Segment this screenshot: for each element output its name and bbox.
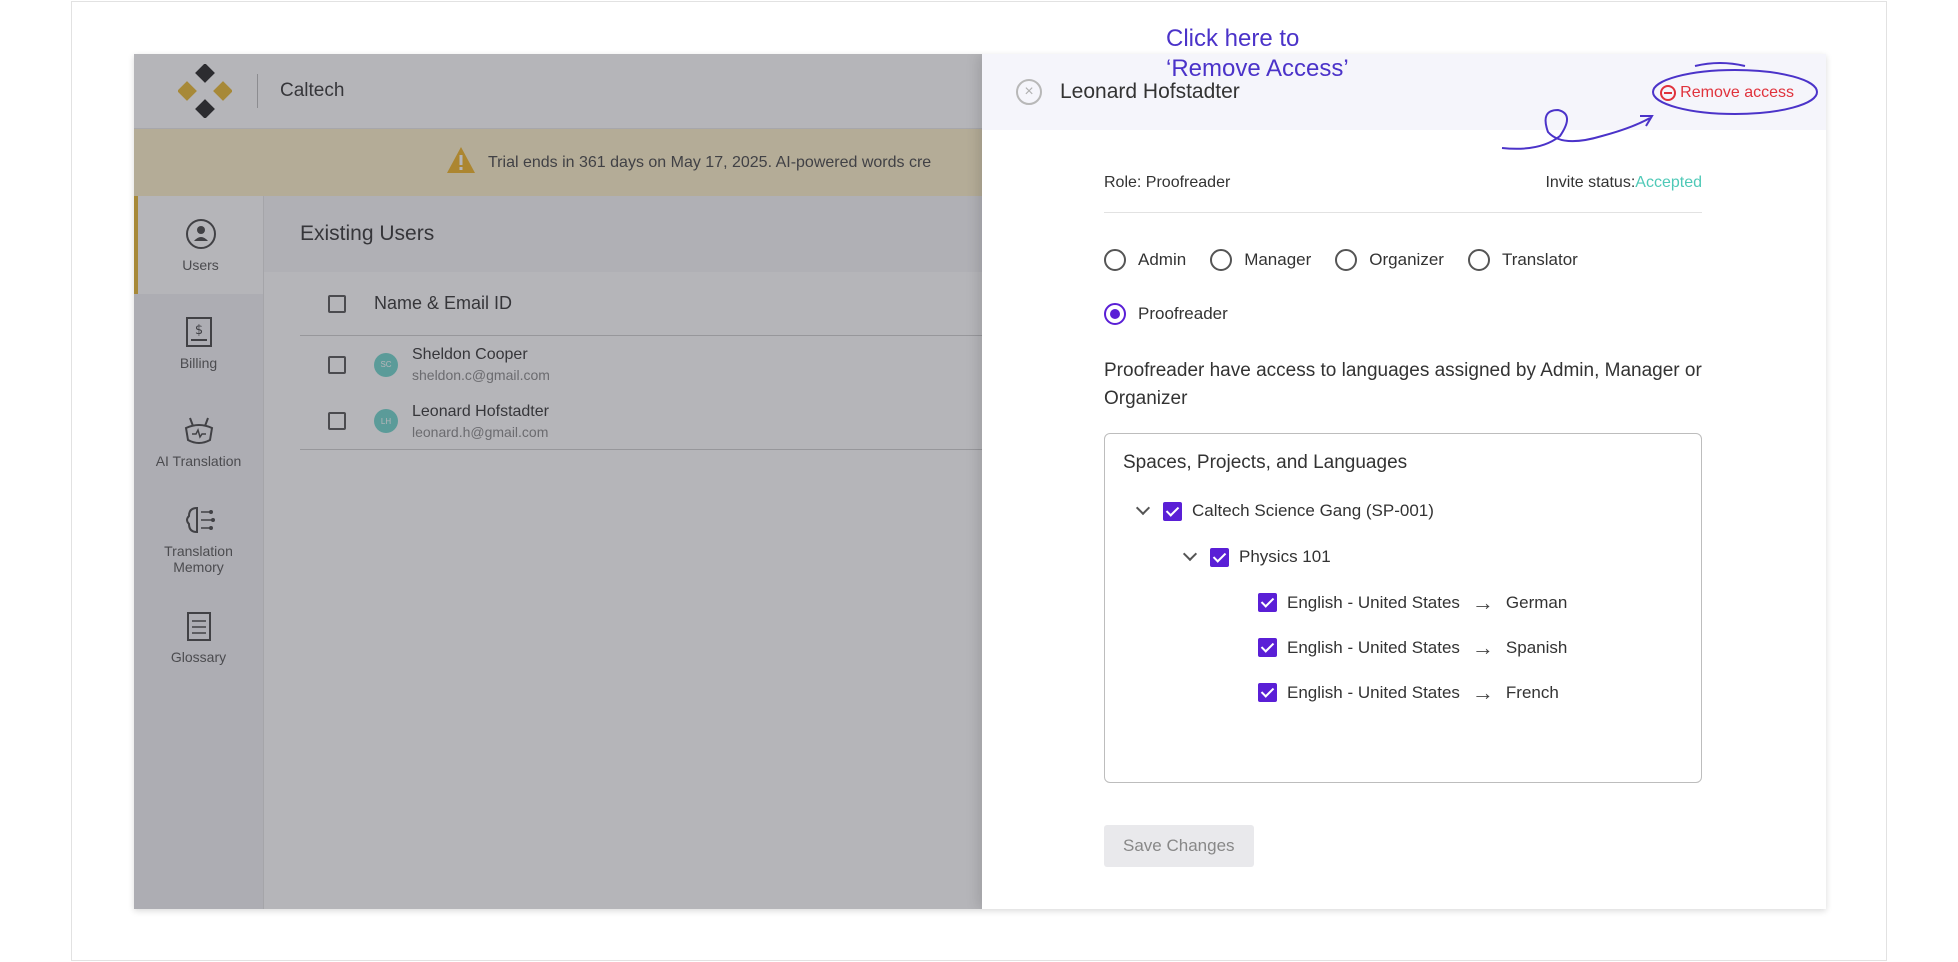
app-window: Caltech Trial ends in 361 days on May 17… [134, 54, 1826, 909]
language-target: French [1505, 682, 1559, 702]
language-target: German [1505, 592, 1568, 612]
radio-label: Admin [1138, 250, 1187, 269]
arrow-right-icon: → [1471, 634, 1494, 660]
tree-node-language: English - United States → French [1123, 670, 1683, 715]
language-checkbox[interactable] [1258, 638, 1277, 657]
role-info-row: Role: Proofreader Invite status:Accepted [1104, 174, 1702, 213]
close-icon[interactable]: × [1016, 79, 1042, 105]
arrow-right-icon: → [1471, 679, 1494, 705]
panel-body: Role: Proofreader Invite status:Accepted… [1104, 130, 1702, 867]
radio-button[interactable] [1335, 249, 1358, 271]
annotation-arrow-icon [1501, 62, 1818, 150]
radio-label: Organizer [1369, 250, 1444, 269]
radio-label: Manager [1244, 250, 1312, 269]
space-label: Caltech Science Gang (SP-001) [1192, 501, 1434, 520]
invite-status-value: Accepted [1635, 174, 1702, 191]
user-detail-panel: × Leonard Hofstadter Remove access Role:… [982, 54, 1826, 909]
role-radio-manager[interactable]: Manager [1210, 233, 1311, 287]
radio-label: Translator [1501, 250, 1578, 269]
role-radio-organizer[interactable]: Organizer [1335, 233, 1444, 287]
role-radio-translator[interactable]: Translator [1467, 233, 1578, 287]
role-radio-admin[interactable]: Admin [1104, 233, 1186, 287]
language-source: English - United States [1287, 637, 1460, 657]
invite-status: Invite status:Accepted [1545, 174, 1702, 192]
radio-button[interactable] [1104, 249, 1126, 271]
role-radio-proofreader[interactable]: Proofreader [1104, 287, 1228, 341]
role-text: Role: Proofreader [1104, 174, 1231, 191]
language-target: Spanish [1505, 637, 1568, 657]
tree-node-language: English - United States → German [1123, 580, 1683, 625]
tree-node-project: Physics 101 [1123, 534, 1683, 580]
radio-button[interactable] [1210, 249, 1233, 271]
modal-backdrop[interactable] [134, 54, 982, 909]
radio-button[interactable] [1467, 249, 1490, 271]
language-checkbox[interactable] [1258, 683, 1277, 702]
language-checkbox[interactable] [1258, 593, 1277, 612]
language-source: English - United States [1287, 682, 1460, 702]
radio-label: Proofreader [1138, 304, 1228, 323]
project-checkbox[interactable] [1210, 547, 1229, 567]
tree-node-language: English - United States → Spanish [1123, 625, 1683, 670]
chevron-down-icon[interactable] [1135, 503, 1151, 519]
space-checkbox[interactable] [1163, 501, 1182, 521]
radio-button[interactable] [1104, 303, 1126, 325]
tree-title: Spaces, Projects, and Languages [1123, 452, 1408, 473]
arrow-right-icon: → [1471, 589, 1494, 615]
chevron-down-icon[interactable] [1182, 549, 1198, 565]
role-radio-group: Admin Manager Organizer Translator Proof… [1104, 233, 1702, 341]
invite-status-label: Invite status: [1545, 174, 1636, 191]
project-label: Physics 101 [1239, 547, 1331, 566]
tree-node-space: Caltech Science Gang (SP-001) [1123, 488, 1683, 534]
save-changes-button[interactable]: Save Changes [1104, 825, 1254, 867]
role-description: Proofreader have access to languages ass… [1104, 360, 1702, 409]
access-tree: Spaces, Projects, and Languages Caltech … [1104, 433, 1702, 783]
language-source: English - United States [1287, 592, 1460, 612]
